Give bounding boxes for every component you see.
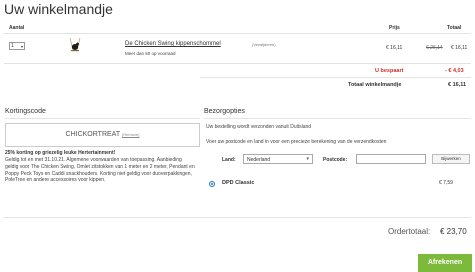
savings-label: U bespaart [375, 68, 404, 74]
update-shipping-button[interactable]: Bijwerken [432, 154, 470, 164]
shipping-option-price: € 7,59 [439, 180, 453, 186]
order-total-value: € 23,70 [440, 227, 467, 236]
stock-status: Meer dan 50 op voorraad [125, 51, 176, 56]
item-old-total: € 26,14 [426, 45, 443, 51]
shipping-heading: Bezorgopties [204, 108, 245, 115]
savings-divider [200, 77, 471, 78]
shipping-option-radio[interactable] [209, 181, 215, 187]
row-divider [4, 63, 471, 64]
coupon-remove-link[interactable]: (Remove) [122, 132, 140, 137]
chevron-down-icon: ▾ [20, 44, 23, 49]
product-name-link[interactable]: De Chicken Swing kippenschommel [125, 41, 221, 47]
checkout-button[interactable]: Afrekenen [418, 254, 472, 272]
header-divider [4, 33, 471, 34]
savings-value: - € 4,03 [445, 68, 464, 74]
column-header-quantity: Aantal [9, 25, 25, 31]
shipping-option-name: DPD Classic [222, 180, 255, 186]
coupon-heading: Kortingscode [5, 108, 46, 115]
shipping-divider [204, 118, 471, 119]
country-label: Land: [222, 157, 236, 163]
country-select[interactable]: Nederland ▾ [243, 154, 313, 164]
quantity-value: 1 [11, 43, 14, 49]
country-value: Nederland [247, 157, 271, 163]
shipping-origin-text: Uw bestelling wordt verzonden vanuit Dui… [206, 124, 312, 130]
chevron-down-icon: ▾ [306, 156, 309, 162]
column-header-price: Prijs [389, 25, 400, 31]
item-total: € 16,11 [451, 45, 468, 51]
postcode-label: Postcode: [323, 157, 348, 163]
quantity-select[interactable]: 1 ▾ [9, 42, 25, 50]
item-price: € 16,11 [386, 45, 403, 51]
coupon-code: CHICKORTREAT [65, 131, 120, 138]
summary-divider [4, 217, 471, 218]
promo-title: 25% korting op griezelig leuke Hertertai… [5, 150, 116, 156]
page-title: Uw winkelmandje [4, 1, 113, 17]
cart-total-value: € 16,11 [448, 82, 467, 88]
coupon-divider [5, 118, 200, 119]
promo-description: Geldig tot en met 31.10.21. Algemene voo… [5, 157, 195, 184]
shipping-instruction: Voer uw postcode en land in voor een pre… [206, 139, 387, 145]
remove-link[interactable]: (Verwijderen) [252, 42, 276, 47]
coupon-code-line: CHICKORTREAT (Remove) [6, 131, 199, 138]
postcode-input[interactable] [356, 154, 426, 164]
cart-total-label: Totaal winkelmandje [348, 82, 402, 88]
order-total-label: Ordertotaal: [388, 227, 431, 236]
product-thumbnail[interactable] [67, 38, 83, 58]
column-header-total: Totaal [447, 25, 462, 31]
coupon-code-box: CHICKORTREAT (Remove) [5, 123, 200, 147]
